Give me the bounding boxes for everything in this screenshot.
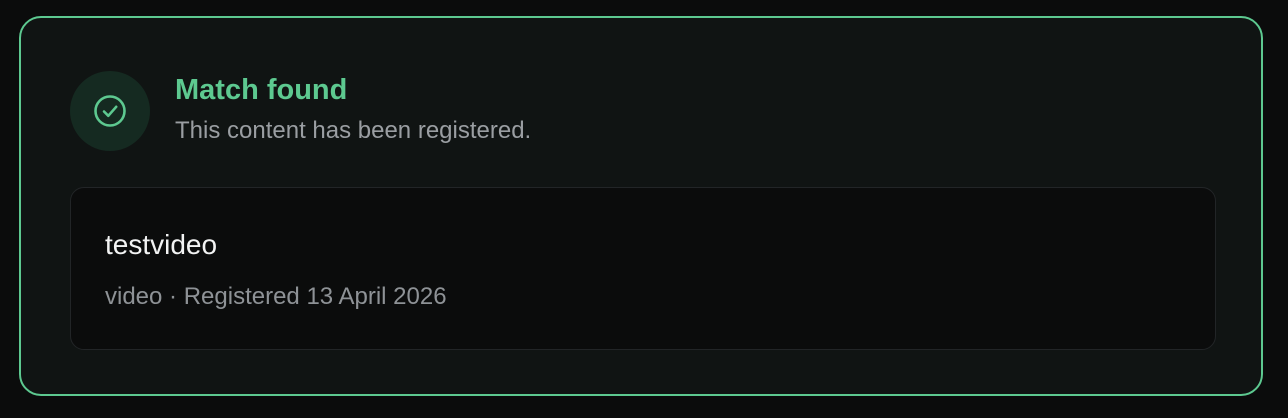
registered-date: 13 April 2026 bbox=[306, 283, 447, 310]
item-name: testvideo bbox=[105, 229, 218, 260]
status-title: Match found bbox=[175, 74, 348, 106]
match-result-card: Match found This content has been regist… bbox=[19, 16, 1263, 396]
status-text: Match found This content has been regist… bbox=[175, 72, 531, 146]
status-message: This content has been registered. bbox=[175, 117, 532, 144]
status-icon-badge bbox=[70, 71, 150, 151]
registered-item-details: testvideo video · Registered 13 April 20… bbox=[70, 187, 1216, 350]
item-meta: video · Registered 13 April 2026 bbox=[105, 282, 447, 312]
status-header: Match found This content has been regist… bbox=[70, 71, 531, 151]
meta-separator: · bbox=[169, 283, 178, 310]
registered-label: Registered bbox=[183, 283, 300, 310]
item-type: video bbox=[105, 283, 163, 310]
check-circle-icon bbox=[94, 95, 126, 127]
